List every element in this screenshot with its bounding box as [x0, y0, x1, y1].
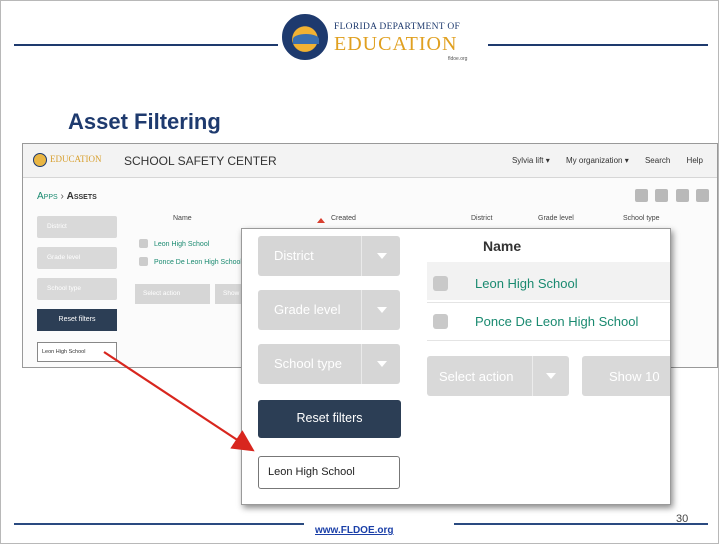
- app-filter-district[interactable]: District: [37, 216, 117, 238]
- active-filter-tag[interactable]: Leon High School: [258, 456, 400, 489]
- column-header-school-type[interactable]: School type: [623, 215, 660, 222]
- footer-rule-left: [14, 523, 304, 525]
- slide-title: Asset Filtering: [68, 109, 221, 134]
- sort-ascending-icon[interactable]: [317, 218, 325, 223]
- row-checkbox[interactable]: [433, 276, 448, 291]
- chevron-down-icon[interactable]: [377, 307, 387, 313]
- app-filter-school-type[interactable]: School type: [37, 278, 117, 300]
- dropdown-divider: [361, 236, 362, 276]
- breadcrumb-current: Assets: [66, 191, 97, 202]
- export-icon[interactable]: [675, 189, 689, 202]
- column-header-name[interactable]: Name: [173, 215, 192, 222]
- breadcrumb-apps[interactable]: Apps: [37, 191, 58, 202]
- app-name: SCHOOL SAFETY CENTER: [124, 154, 277, 168]
- logo-line2: EDUCATION: [334, 33, 458, 55]
- app-reset-filters-button[interactable]: Reset filters: [37, 309, 117, 331]
- row-checkbox[interactable]: [139, 239, 148, 248]
- asset-name-link[interactable]: Ponce De Leon High School: [475, 314, 638, 329]
- table-row[interactable]: Ponce De Leon High School: [427, 303, 670, 341]
- logo-url: fldoe.org: [448, 56, 468, 62]
- grade-level-filter-dropdown[interactable]: Grade level: [258, 290, 400, 330]
- column-header-created[interactable]: Created: [331, 215, 356, 222]
- table-row[interactable]: Leon High School: [139, 239, 209, 248]
- page-number: 30: [676, 513, 689, 525]
- logo-line1: FLORIDA DEPARTMENT OF: [334, 22, 461, 32]
- table-row[interactable]: Leon High School: [427, 265, 670, 303]
- app-logo-text: EDUCATION: [50, 154, 102, 164]
- table-row[interactable]: Ponce De Leon High School: [139, 257, 242, 266]
- row-checkbox[interactable]: [139, 257, 148, 266]
- select-action-dropdown[interactable]: Select action: [427, 356, 569, 396]
- chevron-down-icon[interactable]: [546, 373, 556, 379]
- zoom-callout: District Grade level School type Reset f…: [241, 228, 671, 505]
- print-icon[interactable]: [696, 189, 709, 202]
- nav-user-menu[interactable]: Sylvia lift ▾: [512, 156, 550, 165]
- app-logo[interactable]: EDUCATION: [33, 153, 117, 167]
- app-filter-grade-level[interactable]: Grade level: [37, 247, 117, 269]
- chevron-down-icon[interactable]: [377, 361, 387, 367]
- nav-organization-menu[interactable]: My organization ▾: [566, 156, 629, 165]
- asset-name-link[interactable]: Leon High School: [475, 276, 578, 291]
- dropdown-divider: [361, 290, 362, 330]
- district-filter-dropdown[interactable]: District: [258, 236, 400, 276]
- state-seal-icon: [282, 14, 328, 60]
- district-filter-label: District: [274, 248, 314, 263]
- add-icon[interactable]: [634, 189, 648, 202]
- app-select-action[interactable]: Select action: [135, 284, 210, 304]
- grade-level-filter-label: Grade level: [274, 302, 341, 317]
- dropdown-divider: [361, 344, 362, 384]
- wrench-icon[interactable]: [655, 189, 669, 202]
- app-topbar: EDUCATION SCHOOL SAFETY CENTER Sylvia li…: [23, 144, 717, 178]
- app-toolbar: [632, 189, 709, 207]
- breadcrumb: Apps › Assets: [37, 191, 97, 202]
- row-checkbox[interactable]: [433, 314, 448, 329]
- nav-search[interactable]: Search: [645, 156, 670, 165]
- chevron-down-icon[interactable]: [377, 253, 387, 259]
- reset-filters-button[interactable]: Reset filters: [258, 400, 401, 438]
- app-active-filter-tag[interactable]: Leon High School: [37, 342, 117, 362]
- header-rule-left: [14, 44, 278, 46]
- school-type-filter-dropdown[interactable]: School type: [258, 344, 400, 384]
- show-count-button[interactable]: Show 10: [582, 356, 670, 396]
- nav-help[interactable]: Help: [687, 156, 703, 165]
- fldoe-logo: FLORIDA DEPARTMENT OF EDUCATION fldoe.or…: [282, 14, 482, 70]
- footer-rule-right: [454, 523, 708, 525]
- select-action-label: Select action: [439, 369, 514, 384]
- breadcrumb-separator: ›: [60, 191, 64, 202]
- footer-link[interactable]: www.FLDOE.org: [315, 525, 394, 536]
- app-nav: Sylvia lift ▾ My organization ▾ Search H…: [498, 156, 703, 165]
- dropdown-divider: [532, 356, 533, 396]
- school-type-filter-label: School type: [274, 356, 342, 371]
- header-rule-right: [488, 44, 708, 46]
- column-header-name[interactable]: Name: [483, 238, 521, 254]
- column-header-district[interactable]: District: [471, 215, 492, 222]
- show-count-label: Show 10: [609, 369, 660, 384]
- app-seal-icon: [33, 153, 47, 167]
- column-header-grade-level[interactable]: Grade level: [538, 215, 574, 222]
